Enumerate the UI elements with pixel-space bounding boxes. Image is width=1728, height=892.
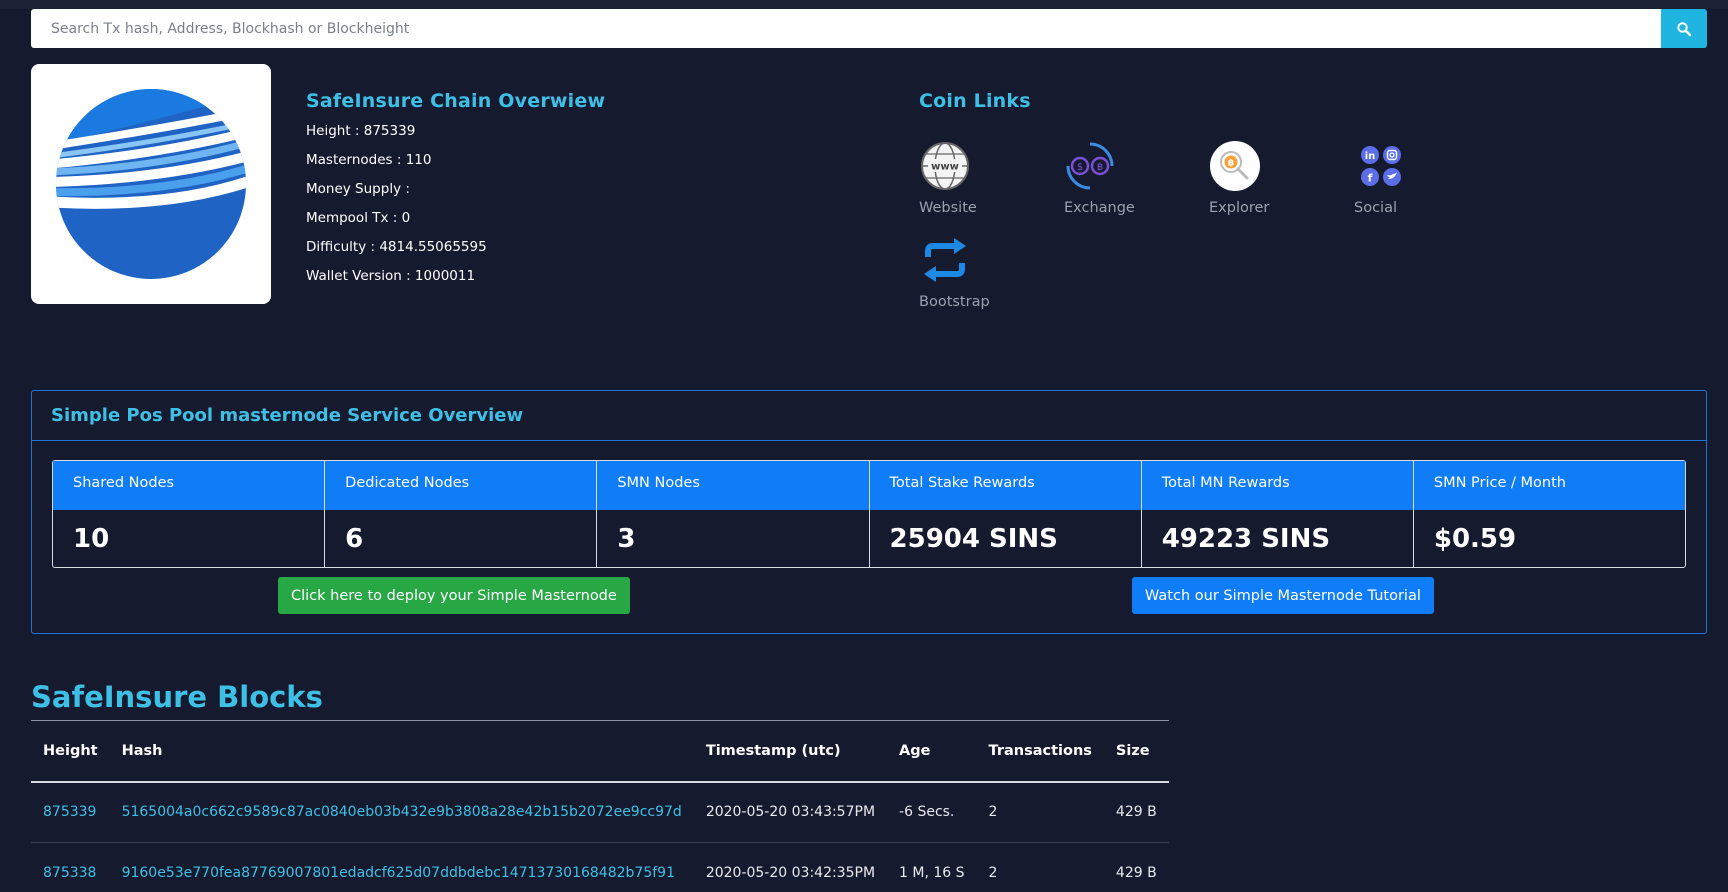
pool-overview-panel: Simple Pos Pool masternode Service Overv… xyxy=(31,390,1707,634)
block-transactions: 2 xyxy=(976,842,1104,892)
block-timestamp: 2020-05-20 03:43:57PM xyxy=(693,781,888,843)
pool-col-value: 49223 SINS xyxy=(1161,524,1331,554)
pool-col-value: 3 xyxy=(617,524,636,554)
link-label-website: Website xyxy=(919,200,977,216)
col-hash: Hash xyxy=(109,720,694,783)
blocks-title: SafeInsure Blocks xyxy=(31,680,323,714)
block-age: -6 Secs. xyxy=(887,781,977,843)
stat-mempool: Mempool Tx : 0 xyxy=(306,210,411,226)
table-row: 875338 9160e53e770fea87769007801edadcf62… xyxy=(31,842,1169,892)
refresh-arrows-icon xyxy=(919,234,971,286)
block-size: 429 B xyxy=(1103,781,1169,843)
col-height: Height xyxy=(31,720,110,783)
block-hash-link[interactable]: 9160e53e770fea87769007801edadcf625d07ddb… xyxy=(109,842,694,892)
stat-money-supply: Money Supply : xyxy=(306,181,410,197)
pool-col-value: 10 xyxy=(73,524,110,554)
pool-col-shared-nodes: Shared Nodes 10 xyxy=(53,461,326,567)
pool-col-smn-nodes: SMN Nodes 3 xyxy=(597,461,870,567)
pool-col-head: Dedicated Nodes xyxy=(325,461,597,510)
stat-wallet-version: Wallet Version : 1000011 xyxy=(306,268,476,284)
safeinsure-logo-icon xyxy=(56,89,246,279)
pool-header: Simple Pos Pool masternode Service Overv… xyxy=(32,391,1706,441)
coin-links: Coin Links www Website $ ฿ Exchange ฿ Ex… xyxy=(919,90,1519,310)
pool-col-head: Total MN Rewards xyxy=(1141,461,1413,510)
explorer-bitcoin-magnifier-icon: ฿ xyxy=(1209,140,1261,192)
link-label-exchange: Exchange xyxy=(1064,200,1135,216)
exchange-icon: $ ฿ xyxy=(1064,140,1116,192)
pool-col-total-stake-rewards: Total Stake Rewards 25904 SINS xyxy=(869,461,1142,567)
col-transactions: Transactions xyxy=(976,720,1104,783)
search-button[interactable] xyxy=(1661,9,1707,48)
col-size: Size xyxy=(1103,720,1169,783)
globe-www-icon: www xyxy=(919,140,971,192)
block-age: 1 M, 16 S xyxy=(887,842,977,892)
svg-text:f: f xyxy=(1368,172,1373,185)
coin-links-title: Coin Links xyxy=(919,90,1031,112)
stat-difficulty: Difficulty : 4814.55065595 xyxy=(306,239,487,255)
link-social[interactable]: in f Social xyxy=(1354,140,1499,216)
watch-tutorial-button[interactable]: Watch our Simple Masternode Tutorial xyxy=(1132,577,1434,614)
pool-stats-table: Shared Nodes 10 Dedicated Nodes 6 SMN No… xyxy=(52,460,1686,568)
link-label-explorer: Explorer xyxy=(1209,200,1270,216)
link-bootstrap[interactable]: Bootstrap xyxy=(919,234,1064,310)
col-timestamp: Timestamp (utc) xyxy=(693,720,888,783)
col-age: Age xyxy=(887,720,977,783)
svg-text:$: $ xyxy=(1077,162,1083,173)
stat-height: Height : 875339 xyxy=(306,123,416,139)
svg-text:www: www xyxy=(931,162,959,173)
pool-title: Simple Pos Pool masternode Service Overv… xyxy=(51,405,524,426)
blocks-table: Height Hash Timestamp (utc) Age Transact… xyxy=(31,720,1169,892)
pool-col-total-mn-rewards: Total MN Rewards 49223 SINS xyxy=(1141,461,1414,567)
link-label-bootstrap: Bootstrap xyxy=(919,294,990,310)
pool-col-value: 6 xyxy=(345,524,364,554)
block-transactions: 2 xyxy=(976,781,1104,843)
coin-logo-card xyxy=(31,64,271,304)
link-explorer[interactable]: ฿ Explorer xyxy=(1209,140,1354,216)
pool-col-smn-price: SMN Price / Month $0.59 xyxy=(1413,461,1686,567)
block-size: 429 B xyxy=(1103,842,1169,892)
block-timestamp: 2020-05-20 03:42:35PM xyxy=(693,842,888,892)
pool-col-value: $0.59 xyxy=(1433,524,1517,554)
link-label-social: Social xyxy=(1354,200,1397,216)
pool-col-dedicated-nodes: Dedicated Nodes 6 xyxy=(325,461,598,567)
pool-col-value: 25904 SINS xyxy=(889,524,1058,554)
table-header-row: Height Hash Timestamp (utc) Age Transact… xyxy=(31,720,1169,783)
chain-overview: SafeInsure Chain Overwiew Height : 87533… xyxy=(306,90,605,286)
overview-title: SafeInsure Chain Overwiew xyxy=(306,90,606,112)
block-height-link[interactable]: 875339 xyxy=(31,781,110,843)
block-height-link[interactable]: 875338 xyxy=(31,842,110,892)
deploy-masternode-button[interactable]: Click here to deploy your Simple Mastern… xyxy=(278,577,630,614)
search-icon xyxy=(1677,21,1692,36)
table-row: 875339 5165004a0c662c9589c87ac0840eb03b4… xyxy=(31,781,1169,843)
block-hash-link[interactable]: 5165004a0c662c9589c87ac0840eb03b432e9b38… xyxy=(109,781,694,843)
search-bar xyxy=(31,9,1707,48)
social-icons: in f xyxy=(1354,140,1406,192)
pool-col-head: Shared Nodes xyxy=(53,461,325,510)
pool-col-head: Total Stake Rewards xyxy=(869,461,1141,510)
link-exchange[interactable]: $ ฿ Exchange xyxy=(1064,140,1209,216)
search-input[interactable] xyxy=(31,9,1661,48)
link-website[interactable]: www Website xyxy=(919,140,1064,216)
svg-text:฿: ฿ xyxy=(1228,159,1234,169)
svg-text:฿: ฿ xyxy=(1097,162,1103,173)
svg-text:in: in xyxy=(1365,151,1376,162)
pool-col-head: SMN Price / Month xyxy=(1413,461,1686,510)
stat-masternodes: Masternodes : 110 xyxy=(306,152,432,168)
pool-col-head: SMN Nodes xyxy=(597,461,869,510)
top-strip xyxy=(0,0,1728,9)
